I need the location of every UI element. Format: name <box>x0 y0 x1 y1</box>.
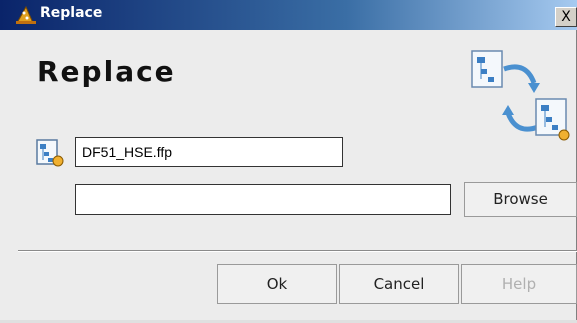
window-title: Replace <box>40 5 103 21</box>
dialog-heading: Replace <box>37 55 176 88</box>
replace-dialog: Replace X Replace Browse <box>0 0 577 323</box>
cancel-button[interactable]: Cancel <box>339 264 459 304</box>
help-button[interactable]: Help <box>461 264 577 304</box>
ok-button[interactable]: Ok <box>217 264 337 304</box>
footer-separator <box>18 250 577 252</box>
file-name-input[interactable] <box>75 137 343 167</box>
close-icon: X <box>561 9 571 25</box>
path-input[interactable] <box>75 184 451 215</box>
title-bar[interactable]: Replace X <box>0 0 577 30</box>
close-button[interactable]: X <box>555 7 577 27</box>
browse-button[interactable]: Browse <box>464 182 577 217</box>
replace-diagrams-icon <box>471 50 570 141</box>
diagram-file-icon <box>36 139 64 167</box>
wizard-hat-icon <box>16 5 36 24</box>
